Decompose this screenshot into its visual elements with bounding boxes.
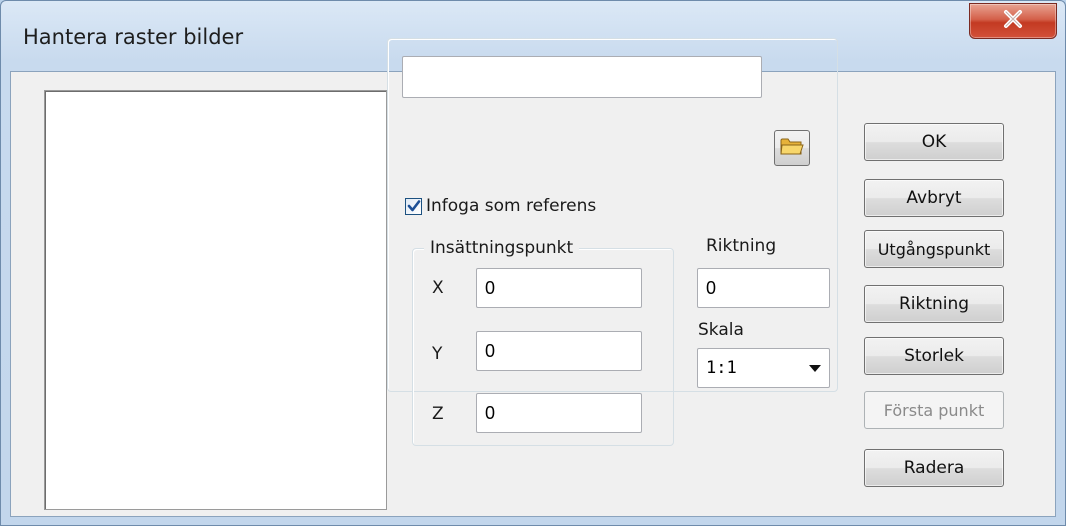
image-preview-area [44,90,387,510]
scale-selected-value: 1:1 [706,358,737,378]
size-button[interactable]: Storlek [864,337,1004,375]
ok-button[interactable]: OK [864,123,1004,161]
z-coordinate-input[interactable]: 0 [476,393,642,433]
delete-button[interactable]: Radera [864,449,1004,487]
y-label: Y [432,344,443,364]
y-coordinate-input[interactable]: 0 [476,331,642,371]
window-title: Hantera raster bilder [23,25,244,49]
direction-input[interactable]: 0 [697,268,830,308]
cancel-button[interactable]: Avbryt [864,179,1004,217]
close-x-icon [1002,9,1024,34]
insertion-point-title: Insättningspunkt [424,238,580,258]
z-label: Z [432,404,444,424]
x-coordinate-input[interactable]: 0 [476,268,642,308]
scale-dropdown[interactable]: 1:1 [697,348,830,388]
checkmark-icon [407,200,420,212]
scale-label: Skala [698,320,744,340]
direction-button[interactable]: Riktning [864,285,1004,323]
reference-checkbox-label: Infoga som referens [426,196,597,216]
reference-checkbox-row[interactable]: Infoga som referens [405,196,596,216]
folder-open-icon [779,135,805,162]
first-point-button[interactable]: Första punkt [864,391,1004,429]
browse-button[interactable] [774,130,810,166]
close-button[interactable] [969,3,1057,39]
reference-checkbox[interactable] [405,197,422,215]
chevron-down-icon [809,358,821,378]
x-label: X [432,278,444,298]
origin-button[interactable]: Utgångspunkt [864,230,1004,268]
direction-label: Riktning [706,236,777,256]
file-path-input[interactable] [402,56,762,98]
